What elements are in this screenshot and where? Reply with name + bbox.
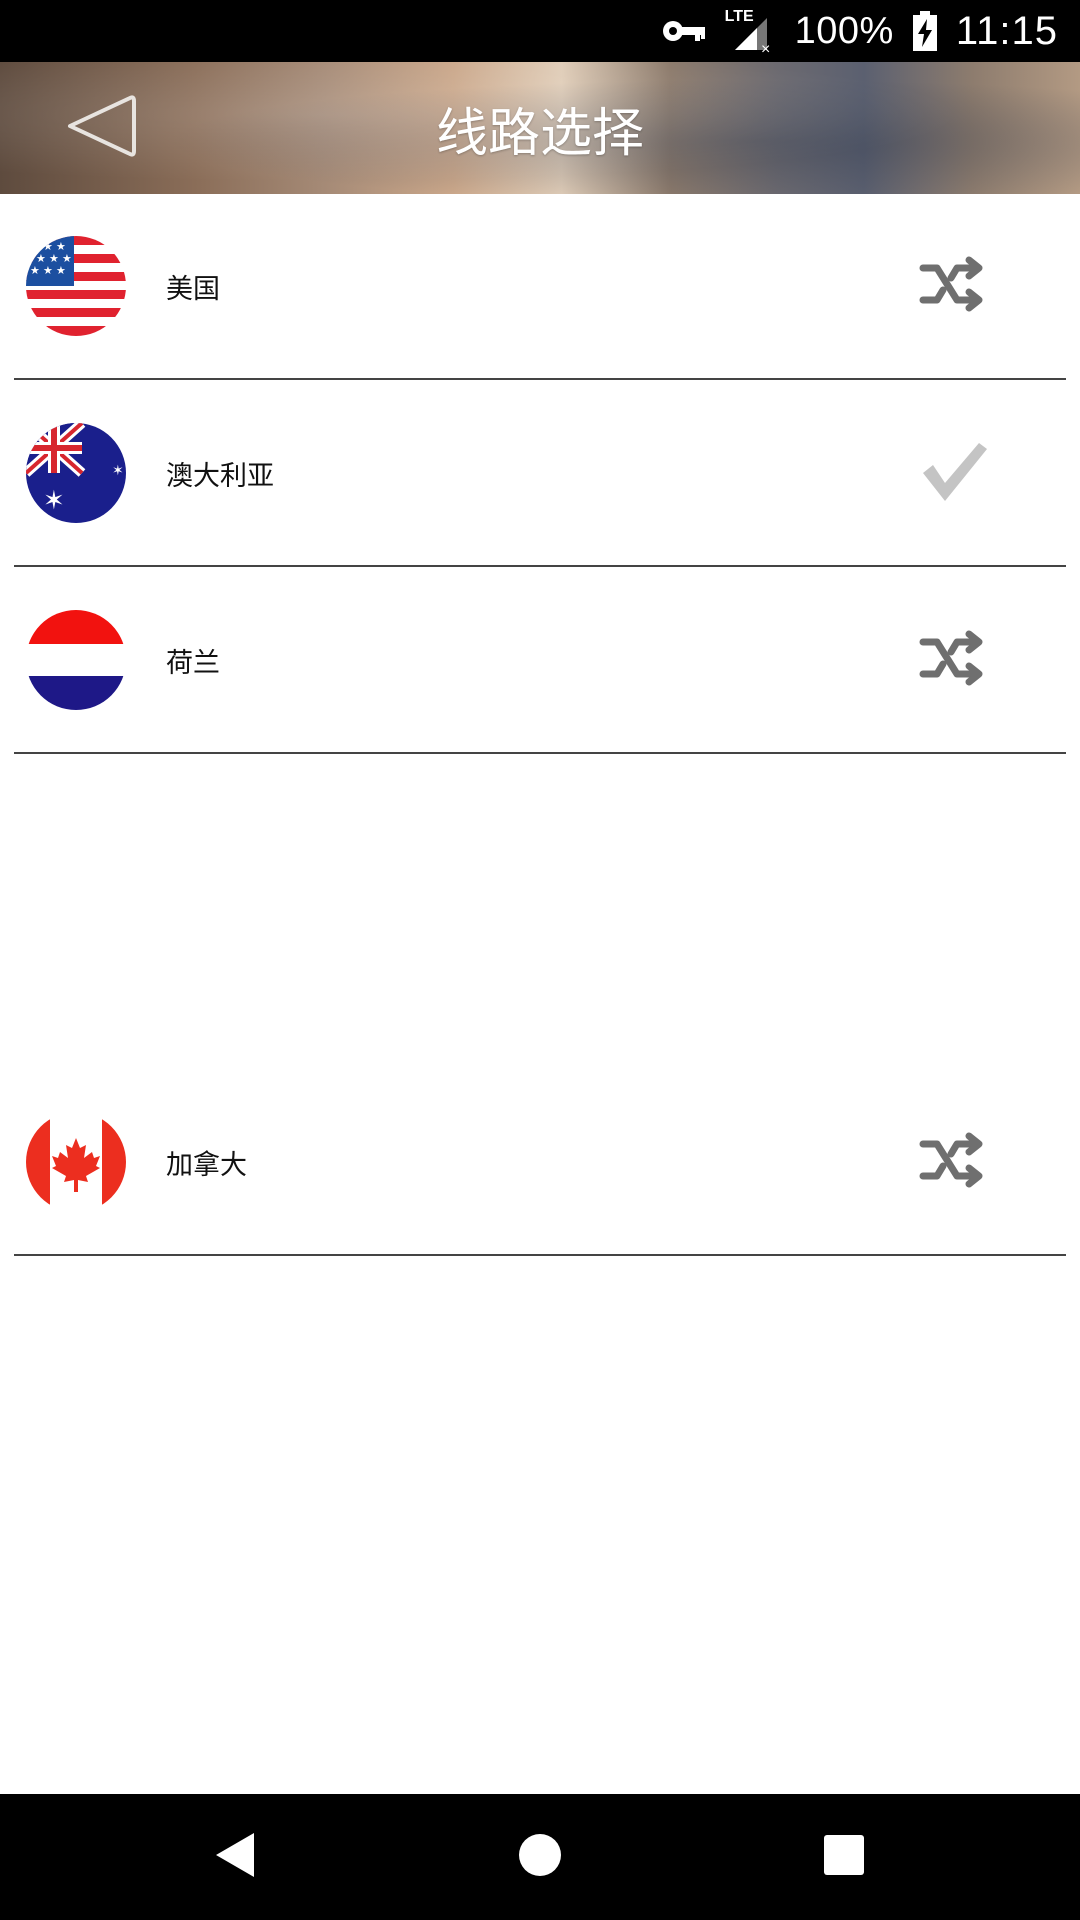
svg-text:✶: ✶ bbox=[43, 486, 65, 516]
nav-home-button[interactable] bbox=[510, 1827, 570, 1887]
shuffle-icon bbox=[919, 1130, 989, 1194]
status-bar: LTE × 100% 11:15 bbox=[0, 0, 1080, 62]
route-label: 加拿大 bbox=[166, 1149, 247, 1181]
route-item-netherlands[interactable]: 荷兰 bbox=[14, 568, 1066, 754]
nav-recents-icon bbox=[823, 1834, 865, 1880]
navigation-bar bbox=[0, 1794, 1080, 1920]
checkmark-icon bbox=[919, 439, 989, 507]
shuffle-button[interactable] bbox=[914, 620, 994, 700]
route-label: 美国 bbox=[166, 273, 220, 305]
route-item-australia[interactable]: ✶ ✶ 澳大利亚 bbox=[14, 381, 1066, 567]
page-title: 线路选择 bbox=[435, 103, 644, 164]
svg-text:★: ★ bbox=[43, 264, 53, 277]
battery-charging-icon bbox=[912, 11, 938, 51]
route-item-canada[interactable]: 加拿大 bbox=[14, 1070, 1066, 1256]
selected-indicator[interactable] bbox=[914, 433, 994, 513]
route-label: 澳大利亚 bbox=[166, 460, 274, 492]
nav-back-icon bbox=[214, 1831, 258, 1883]
svg-text:★: ★ bbox=[30, 264, 40, 277]
shuffle-icon bbox=[919, 254, 989, 318]
canada-flag-icon bbox=[26, 1112, 126, 1212]
svg-text:×: × bbox=[761, 41, 770, 54]
svg-text:✶: ✶ bbox=[112, 463, 124, 479]
us-flag-icon: ★ ★ ★ ★ ★ ★ ★ ★ ★ bbox=[26, 236, 126, 336]
battery-percentage: 100% bbox=[794, 9, 894, 52]
vpn-key-icon bbox=[661, 18, 707, 44]
signal-icon: LTE × bbox=[725, 8, 777, 54]
shuffle-button[interactable] bbox=[914, 1122, 994, 1202]
nav-back-button[interactable] bbox=[206, 1827, 266, 1887]
route-item-us[interactable]: ★ ★ ★ ★ ★ ★ ★ ★ ★ 美国 bbox=[14, 194, 1066, 380]
clock: 11:15 bbox=[955, 8, 1058, 53]
nav-home-icon bbox=[517, 1832, 563, 1882]
nav-recents-button[interactable] bbox=[814, 1827, 874, 1887]
header: 线路选择 bbox=[0, 62, 1080, 194]
route-label: 荷兰 bbox=[166, 647, 220, 679]
shuffle-icon bbox=[919, 628, 989, 692]
svg-text:★: ★ bbox=[56, 264, 66, 277]
shuffle-button[interactable] bbox=[914, 246, 994, 326]
netherlands-flag-icon bbox=[26, 610, 126, 710]
australia-flag-icon: ✶ ✶ bbox=[26, 423, 126, 523]
